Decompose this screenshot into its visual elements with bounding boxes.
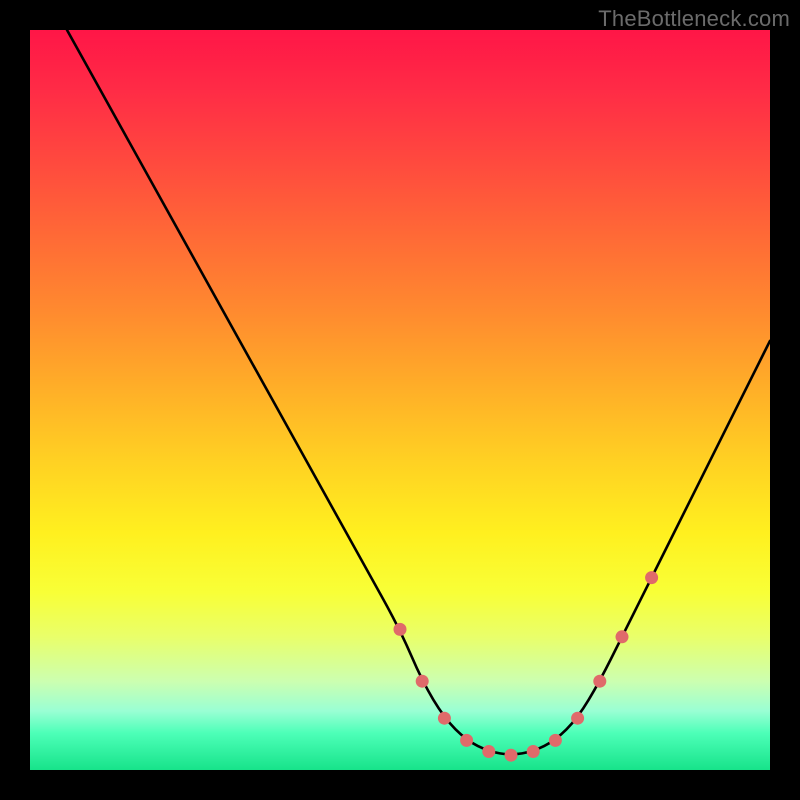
- curve-layer: [30, 30, 770, 770]
- highlight-point: [438, 712, 451, 725]
- highlight-point: [460, 734, 473, 747]
- highlight-point: [527, 745, 540, 758]
- highlight-point: [616, 630, 629, 643]
- chart-frame: TheBottleneck.com: [0, 0, 800, 800]
- highlight-point: [549, 734, 562, 747]
- highlight-points: [394, 571, 659, 762]
- highlight-point: [416, 675, 429, 688]
- watermark-text: TheBottleneck.com: [598, 6, 790, 32]
- highlight-point: [482, 745, 495, 758]
- plot-area: [30, 30, 770, 770]
- highlight-point: [571, 712, 584, 725]
- highlight-point: [505, 749, 518, 762]
- highlight-point: [645, 571, 658, 584]
- bottleneck-curve: [67, 30, 770, 754]
- highlight-point: [593, 675, 606, 688]
- highlight-point: [394, 623, 407, 636]
